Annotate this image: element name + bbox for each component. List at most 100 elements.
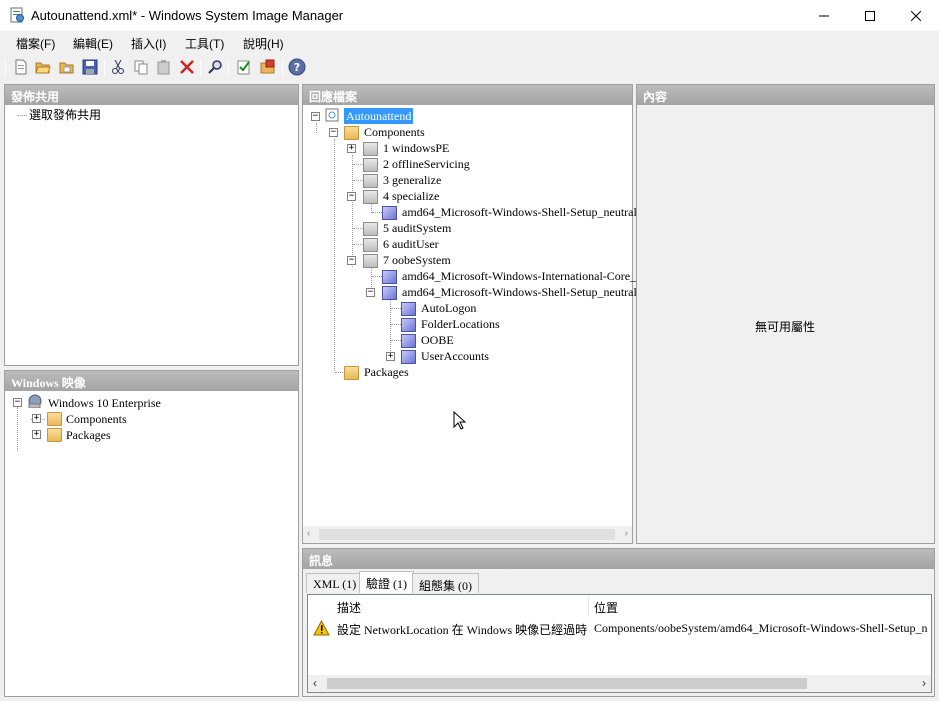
config-pass-icon [363,158,378,172]
image-components-node[interactable]: Components [66,411,127,427]
paste-icon[interactable] [155,58,173,76]
create-config-set-icon[interactable] [259,58,277,76]
properties-header: 內容 [637,85,934,105]
table-row[interactable]: 設定 NetworkLocation 在 Windows 映像已經過時 Comp… [308,617,931,639]
menu-insert[interactable]: 插入(I) [131,35,166,52]
image-packages-node[interactable]: Packages [66,427,111,443]
maximize-button[interactable] [847,0,893,31]
validate-icon[interactable] [235,58,253,76]
folder-icon [344,366,359,380]
expand-icon[interactable]: + [347,144,356,153]
save-icon[interactable] [81,58,99,76]
minimize-button[interactable] [801,0,847,31]
collapse-icon[interactable]: − [347,256,356,265]
column-description[interactable]: 描述 [337,599,361,616]
column-location[interactable]: 位置 [594,599,618,616]
oobe-shell-setup-node[interactable]: amd64_Microsoft-Windows-Shell-Setup_neut… [402,284,637,300]
pass-audituser[interactable]: 6 auditUser [383,236,439,252]
open-icon[interactable] [34,58,52,76]
open-distribution-icon[interactable] [58,58,76,76]
config-pass-icon [363,174,378,188]
pass-windowspe[interactable]: 1 windowsPE [383,140,449,156]
close-button[interactable] [893,0,939,31]
scroll-thumb[interactable] [327,678,807,689]
answer-file-header: 回應檔案 [303,85,632,105]
help-icon[interactable]: ? [288,58,306,76]
component-icon [401,350,416,364]
component-icon [382,286,397,300]
warning-icon [313,619,330,636]
message-description: 設定 NetworkLocation 在 Windows 映像已經過時 [337,623,588,637]
new-file-icon[interactable] [12,58,30,76]
config-pass-icon [363,254,378,268]
component-icon [401,334,416,348]
tab-validation[interactable]: 驗證 (1) [359,571,414,593]
specialize-shell-setup-node[interactable]: amd64_Microsoft-Windows-Shell-Setup_neut… [402,204,637,220]
messages-pane: 訊息 XML (1) 驗證 (1) 組態集 (0) 描述 位置 設定 Netwo… [302,548,935,697]
windows-image-header: Windows 映像 [5,371,298,391]
delete-icon[interactable] [178,58,196,76]
folderlocations-node[interactable]: FolderLocations [421,316,500,332]
answer-file-hscrollbar[interactable]: ‹ › [303,526,632,543]
scroll-thumb[interactable] [319,529,615,540]
scroll-right-icon[interactable]: › [922,676,926,690]
pass-auditsystem[interactable]: 5 auditSystem [383,220,451,236]
oobe-node[interactable]: OOBE [421,332,454,348]
useraccounts-node[interactable]: UserAccounts [421,348,489,364]
tab-configuration-set[interactable]: 組態集 (0) [412,573,479,593]
message-list: 描述 位置 設定 NetworkLocation 在 Windows 映像已經過… [307,594,932,693]
packages-node[interactable]: Packages [364,364,409,380]
config-pass-icon [363,238,378,252]
answer-file-root[interactable]: Autounattend [344,108,414,124]
answer-file-pane: 回應檔案 − Autounattend − Components + 1 win… [302,84,642,544]
expand-icon[interactable]: + [386,352,395,361]
config-pass-icon [363,142,378,156]
windows-image-pane: Windows 映像 − Windows 10 Enterprise + Com… [4,370,299,697]
collapse-icon[interactable]: − [366,288,375,297]
answer-file-icon [325,108,340,122]
config-pass-icon [363,222,378,236]
tab-xml[interactable]: XML (1) [306,573,364,593]
expand-icon[interactable]: + [32,414,41,423]
folder-icon [344,126,359,140]
windows-image-icon [27,394,42,409]
select-distribution-share-item[interactable]: 選取發佈共用 [29,107,101,123]
distribution-share-header: 發佈共用 [5,85,298,105]
copy-icon[interactable] [132,58,150,76]
scroll-left-icon[interactable]: ‹ [307,528,310,539]
config-pass-icon [363,190,378,204]
menu-file[interactable]: 檔案(F) [16,35,55,52]
autologon-node[interactable]: AutoLogon [421,300,476,316]
pass-specialize[interactable]: 4 specialize [383,188,439,204]
window-title: Autounattend.xml* - Windows System Image… [31,8,344,23]
components-node[interactable]: Components [364,124,425,140]
pass-offlineservicing[interactable]: 2 offlineServicing [383,156,470,172]
component-icon [401,302,416,316]
menu-help[interactable]: 說明(H) [243,35,284,52]
messages-header: 訊息 [303,549,934,569]
expand-icon[interactable]: + [32,430,41,439]
collapse-icon[interactable]: − [311,112,320,121]
pass-generalize[interactable]: 3 generalize [383,172,441,188]
component-icon [382,206,397,220]
collapse-icon[interactable]: − [13,398,22,407]
find-icon[interactable] [206,58,224,76]
oobe-international-core-node[interactable]: amd64_Microsoft-Windows-International-Co… [402,268,642,284]
toolbar: ? [0,53,939,82]
menu-edit[interactable]: 編輯(E) [73,35,113,52]
collapse-icon[interactable]: − [329,128,338,137]
menu-tools[interactable]: 工具(T) [185,35,224,52]
pass-oobesystem[interactable]: 7 oobeSystem [383,252,451,268]
message-hscrollbar[interactable]: ‹ › [308,675,931,692]
svg-text:?: ? [294,61,300,74]
collapse-icon[interactable]: − [347,192,356,201]
folder-icon [47,428,62,442]
scroll-left-icon[interactable]: ‹ [313,676,317,690]
message-location: Components/oobeSystem/amd64_Microsoft-Wi… [594,621,928,635]
windows-image-root[interactable]: Windows 10 Enterprise [48,395,161,411]
scroll-right-icon[interactable]: › [625,528,628,539]
app-icon [9,7,25,23]
cut-icon[interactable] [109,58,127,76]
properties-pane: 內容 無可用屬性 [636,84,935,544]
distribution-share-pane: 發佈共用 選取發佈共用 [4,84,299,366]
